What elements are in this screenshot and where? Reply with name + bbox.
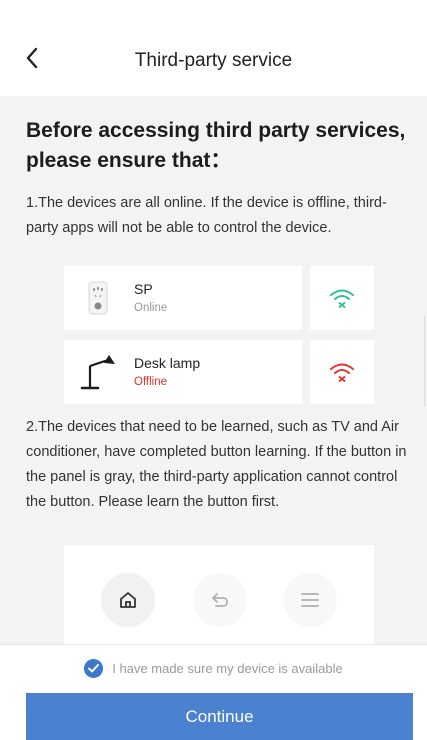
panel-home-button [101, 573, 155, 627]
menu-icon [301, 593, 319, 607]
panel-return-button [193, 573, 247, 627]
agree-checkbox[interactable] [84, 658, 104, 678]
instructions-heading: Before accessing third party services, p… [26, 119, 406, 172]
device-status: Online [134, 302, 168, 314]
step-2-text: 2.The devices that need to be learned, s… [26, 419, 407, 510]
device-name: Desk lamp [134, 355, 201, 371]
content-area[interactable]: Before accessing third party services, p… [0, 96, 427, 644]
continue-button[interactable]: Continue [26, 693, 413, 740]
return-icon [212, 593, 228, 607]
remote-panel-preview [64, 545, 374, 644]
smart-plug-icon [78, 278, 118, 318]
wifi-off-icon [330, 363, 354, 382]
device-card-desk-lamp: Desk lamp Offline [64, 340, 302, 404]
panel-menu-button [283, 573, 337, 627]
device-connection-desk-lamp [310, 340, 374, 404]
footer: I have made sure my device is available … [0, 644, 427, 740]
agree-label: I have made sure my device is available [112, 660, 343, 676]
wifi-icon [330, 289, 354, 308]
agree-checkbox-row[interactable]: I have made sure my device is available [0, 657, 427, 679]
page-title: Third-party service [134, 50, 293, 71]
device-connection-sp [310, 266, 374, 330]
home-icon [120, 592, 136, 608]
device-status: Offline [134, 376, 168, 388]
device-card-sp: SP Online [64, 266, 302, 330]
step-1-text: 1.The devices are all online. If the dev… [26, 195, 387, 236]
checkmark-icon [88, 663, 100, 672]
top-bar: Third-party service [0, 0, 427, 96]
device-name: SP [134, 281, 153, 297]
desk-lamp-icon [78, 352, 118, 392]
